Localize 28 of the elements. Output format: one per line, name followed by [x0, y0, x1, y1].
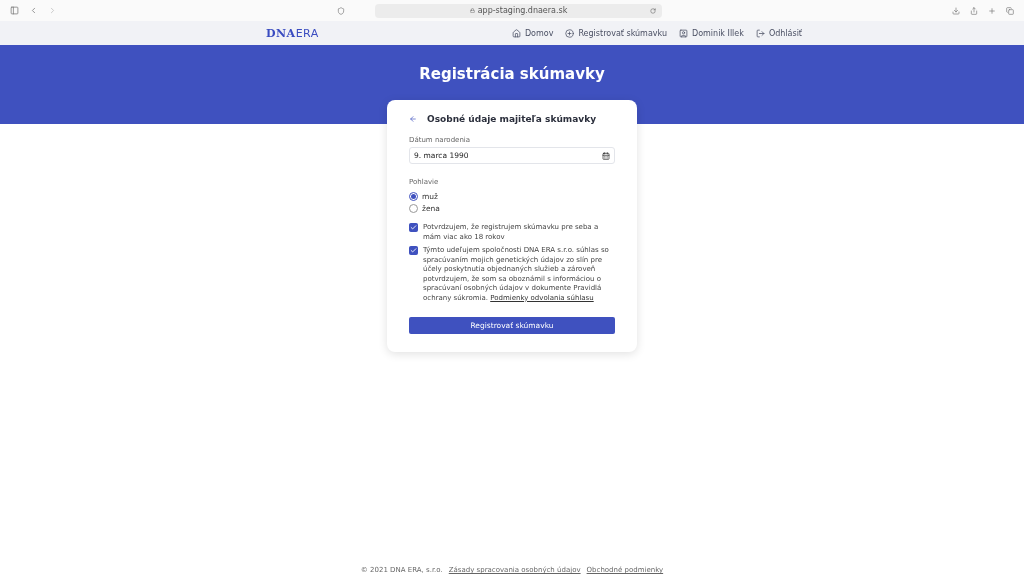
checkbox[interactable] — [409, 246, 418, 255]
share-icon[interactable] — [970, 6, 978, 15]
nav-link[interactable]: Domov — [511, 28, 554, 38]
calendar-icon[interactable] — [602, 151, 610, 160]
logo[interactable]: DNAERA — [266, 26, 319, 40]
plus-circle-icon — [565, 28, 575, 38]
tabs-icon[interactable] — [1006, 6, 1014, 15]
shield-icon[interactable] — [337, 6, 345, 15]
back-arrow-icon[interactable] — [409, 115, 417, 123]
checkbox[interactable] — [409, 223, 418, 232]
nav-link[interactable]: Odhlásiť — [755, 28, 802, 38]
download-icon[interactable] — [952, 6, 960, 15]
home-icon — [511, 28, 521, 38]
url-text: app-staging.dnaera.sk — [477, 6, 568, 15]
page-title: Registrácia skúmavky — [419, 65, 605, 83]
form-title: Osobné údaje majiteľa skúmavky — [427, 114, 596, 124]
radio-button[interactable] — [409, 192, 418, 201]
sidebar-icon[interactable] — [10, 6, 19, 15]
lock-icon — [469, 8, 475, 13]
back-icon[interactable] — [29, 6, 38, 15]
logout-icon — [755, 28, 765, 38]
address-bar[interactable]: app-staging.dnaera.sk — [375, 3, 662, 18]
forward-icon[interactable] — [48, 6, 57, 15]
nav-link[interactable]: Dominik Illek — [679, 28, 744, 38]
nav-link[interactable]: Registrovať skúmavku — [565, 28, 667, 38]
user-icon — [679, 28, 688, 38]
reload-icon[interactable] — [650, 7, 656, 14]
new-tab-icon[interactable] — [988, 6, 996, 15]
